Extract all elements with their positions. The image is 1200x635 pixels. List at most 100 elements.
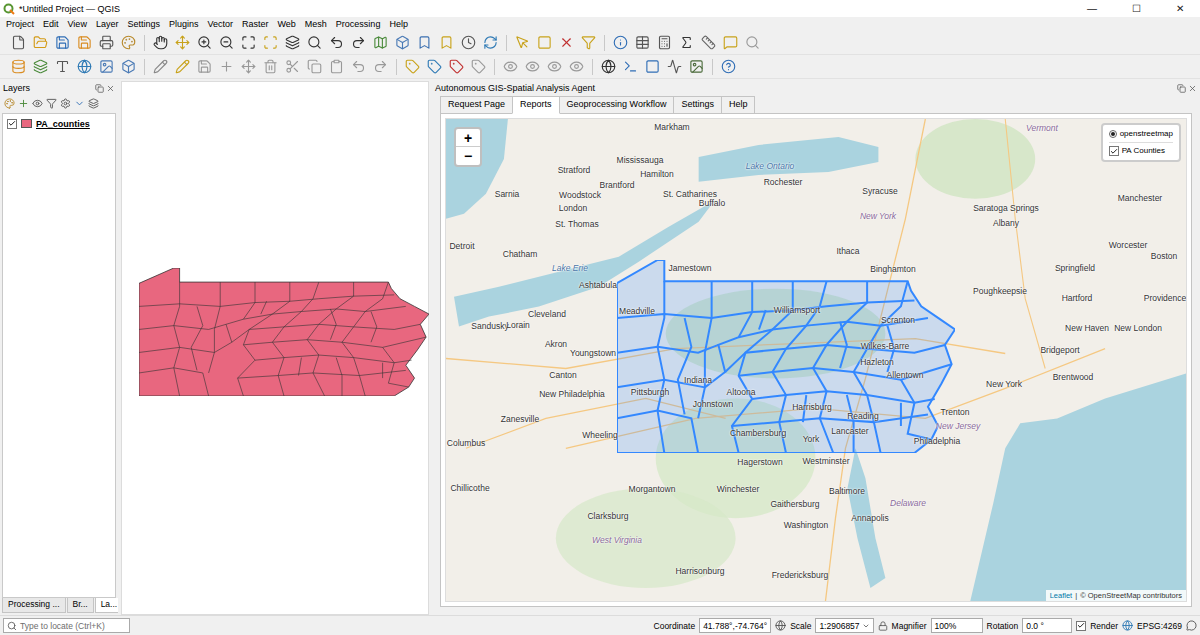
coordinate-field[interactable]: 41.788°,-74.764°: [699, 618, 771, 633]
toolbar-button[interactable]: [544, 56, 565, 78]
toolbar-button[interactable]: [610, 32, 631, 54]
menu-item[interactable]: Layer: [96, 18, 119, 30]
diagram-icon[interactable]: [503, 59, 518, 74]
toolbar-button[interactable]: [414, 32, 435, 54]
toolbar-button[interactable]: [436, 32, 457, 54]
toolbar-button[interactable]: [664, 56, 685, 78]
toolbar-button[interactable]: [370, 56, 391, 78]
toolbar-button[interactable]: [118, 56, 139, 78]
toolbar-button[interactable]: [578, 32, 599, 54]
toolbar-button[interactable]: [522, 56, 543, 78]
add-raster-icon[interactable]: [99, 59, 114, 74]
window-control[interactable]: ✕: [1160, 0, 1200, 17]
menu-item[interactable]: Plugins: [169, 18, 199, 30]
toolbar-button[interactable]: [150, 32, 171, 54]
label-show-icon[interactable]: [525, 59, 540, 74]
print-layout-icon[interactable]: [99, 35, 114, 50]
label-rotate-icon[interactable]: [471, 59, 486, 74]
toolbar-button[interactable]: [720, 32, 741, 54]
paste-icon[interactable]: [329, 59, 344, 74]
add-mesh-icon[interactable]: [121, 59, 136, 74]
map-canvas[interactable]: [121, 81, 429, 615]
menu-item[interactable]: Project: [6, 18, 34, 30]
zoom-in-button[interactable]: +: [456, 129, 480, 147]
magnifier-field[interactable]: 100%: [931, 618, 983, 633]
rotation-field[interactable]: 0.0 °: [1022, 618, 1072, 633]
options-icon[interactable]: [60, 98, 71, 109]
toolbar-button[interactable]: [458, 32, 479, 54]
menu-item[interactable]: Web: [278, 18, 296, 30]
help-icon[interactable]: [721, 59, 736, 74]
agent-plugin-icon[interactable]: [601, 59, 616, 74]
styling-icon[interactable]: [4, 98, 15, 109]
zoom-out-icon[interactable]: [219, 35, 234, 50]
refresh-icon[interactable]: [483, 35, 498, 50]
crs-icon[interactable]: [1122, 620, 1133, 631]
toolbar-button[interactable]: [718, 56, 739, 78]
zoom-full-icon[interactable]: [241, 35, 256, 50]
add-delimited-text-icon[interactable]: [55, 59, 70, 74]
toolbar-button[interactable]: [654, 32, 675, 54]
temporal-icon[interactable]: [461, 35, 476, 50]
save-as-icon[interactable]: [77, 35, 92, 50]
toolbar-button[interactable]: [512, 32, 533, 54]
zoom-next-icon[interactable]: [351, 35, 366, 50]
tab[interactable]: Request Page: [440, 96, 513, 114]
style-manager-icon[interactable]: [121, 35, 136, 50]
toolbar-button[interactable]: [150, 56, 171, 78]
save-edits-icon[interactable]: [197, 59, 212, 74]
chart-icon[interactable]: [667, 59, 682, 74]
plugin-frame-icon[interactable]: [645, 59, 660, 74]
close-panel-icon[interactable]: [106, 84, 115, 93]
python-console-icon[interactable]: [623, 59, 638, 74]
scale-field[interactable]: 1:2906857: [815, 618, 873, 633]
filter-icon[interactable]: [46, 98, 57, 109]
label-icon[interactable]: [405, 59, 420, 74]
float-panel-icon[interactable]: [95, 84, 104, 93]
lock-scale-icon[interactable]: [878, 621, 888, 631]
expand-all-icon[interactable]: [74, 98, 85, 109]
menu-item[interactable]: Raster: [242, 18, 269, 30]
toolbar-button[interactable]: [96, 32, 117, 54]
copy-icon[interactable]: [307, 59, 322, 74]
add-group-icon[interactable]: [18, 98, 29, 109]
zoom-out-button[interactable]: −: [456, 147, 480, 165]
close-panel-icon[interactable]: [1188, 84, 1197, 93]
toolbar-button[interactable]: [304, 32, 325, 54]
deselect-icon[interactable]: [559, 35, 574, 50]
label-hide-icon[interactable]: [569, 59, 584, 74]
select-value-icon[interactable]: [537, 35, 552, 50]
measure-icon[interactable]: [701, 35, 716, 50]
toolbar-button[interactable]: [8, 32, 29, 54]
web-map[interactable]: MarkhamMississaugaHamiltonStratfordBrant…: [445, 118, 1187, 602]
tab[interactable]: Reports: [512, 96, 560, 114]
messages-icon[interactable]: [1186, 620, 1197, 631]
toolbar-button[interactable]: [172, 56, 193, 78]
add-wms-icon[interactable]: [77, 59, 92, 74]
toolbar-button[interactable]: [424, 56, 445, 78]
edit-icon[interactable]: [153, 59, 168, 74]
toolbar-button[interactable]: [52, 56, 73, 78]
toolbar-button[interactable]: [238, 56, 259, 78]
toolbar-button[interactable]: [194, 56, 215, 78]
save-project-icon[interactable]: [55, 35, 70, 50]
pa-counties-layer[interactable]: [617, 260, 955, 453]
add-feature-icon[interactable]: [219, 59, 234, 74]
toolbar-button[interactable]: [698, 32, 719, 54]
pan-icon[interactable]: [153, 35, 168, 50]
label-change-icon[interactable]: [547, 59, 562, 74]
toolbar-button[interactable]: [500, 56, 521, 78]
attribution-text[interactable]: Leaflet: [1050, 590, 1073, 601]
toolbar-button[interactable]: [260, 56, 281, 78]
toolbar-button[interactable]: [326, 32, 347, 54]
locator-field[interactable]: Type to locate (Ctrl+K): [3, 618, 130, 633]
show-bookmarks-icon[interactable]: [439, 35, 454, 50]
dock-tab[interactable]: Processing ...: [2, 598, 66, 613]
window-control[interactable]: ☐: [1116, 0, 1156, 17]
collapse-all-icon[interactable]: [88, 98, 99, 109]
toolbar-button[interactable]: [642, 56, 663, 78]
zoom-selection-icon[interactable]: [263, 35, 278, 50]
label-pin-icon[interactable]: [427, 59, 442, 74]
tab[interactable]: Settings: [673, 96, 722, 114]
toggle-extents-icon[interactable]: [775, 620, 786, 631]
